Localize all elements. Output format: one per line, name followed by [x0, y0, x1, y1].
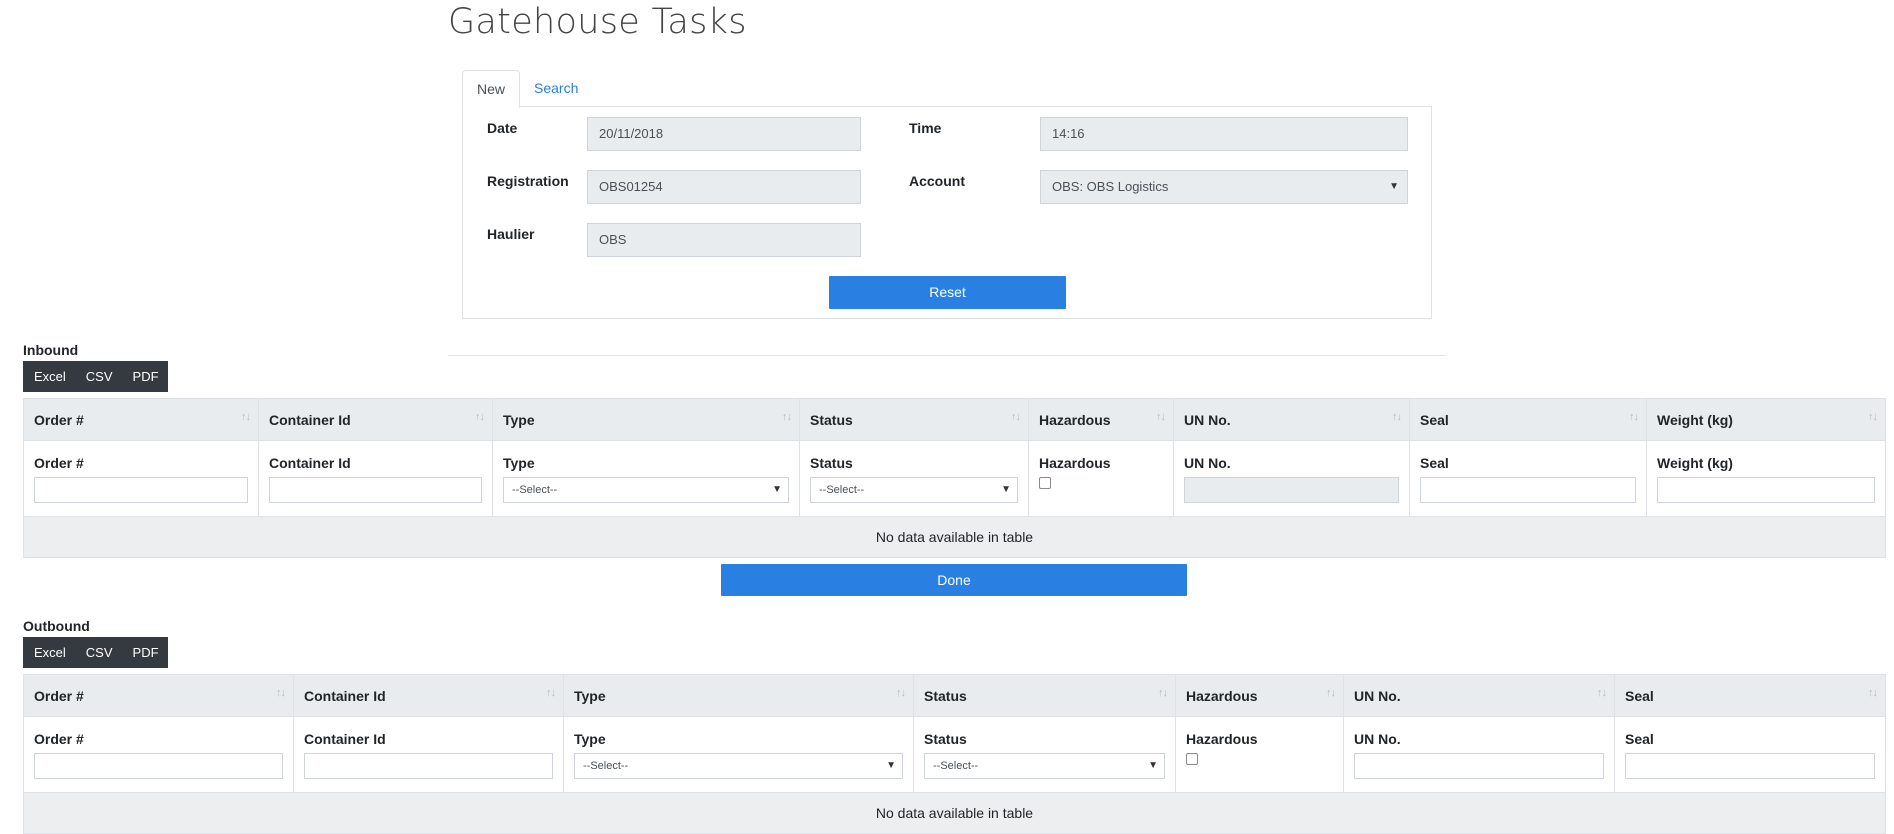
haulier-label: Haulier: [487, 226, 535, 242]
divider: [448, 355, 1446, 356]
export-csv-button[interactable]: CSV: [75, 637, 122, 668]
filter-type: Type --Select-- ▼: [492, 440, 800, 517]
sort-arrows-icon: ↑↓: [1392, 411, 1402, 423]
filter-seal: Seal: [1614, 716, 1886, 793]
sort-arrows-icon: ↑↓: [276, 687, 286, 699]
container-id-filter-input[interactable]: [269, 477, 482, 503]
export-excel-button[interactable]: Excel: [23, 361, 75, 392]
filter-un-no: UN No.: [1173, 440, 1410, 517]
filter-container-id: Container Id: [293, 716, 564, 793]
inbound-label: Inbound: [23, 342, 79, 358]
filter-status: Status --Select-- ▼: [913, 716, 1176, 793]
column-header-status[interactable]: Status ↑↓: [799, 398, 1029, 441]
time-label: Time: [909, 120, 942, 136]
registration-field[interactable]: OBS01254: [587, 170, 861, 204]
sort-arrows-icon: ↑↓: [546, 687, 556, 699]
caret-down-icon: ▼: [886, 760, 896, 771]
outbound-label: Outbound: [23, 618, 90, 634]
un-no-filter-input[interactable]: [1354, 753, 1604, 779]
inbound-table: Order # ↑↓ Container Id ↑↓ Type ↑↓ Status ↑↓…: [23, 398, 1886, 558]
seal-filter-input[interactable]: [1625, 753, 1875, 779]
export-pdf-button[interactable]: PDF: [122, 637, 168, 668]
filter-order: Order #: [23, 440, 259, 517]
export-excel-button[interactable]: Excel: [23, 637, 75, 668]
column-header-status[interactable]: Status ↑↓: [913, 674, 1176, 717]
filter-seal: Seal: [1409, 440, 1647, 517]
time-field[interactable]: 14:16: [1040, 117, 1408, 151]
sort-arrows-icon: ↑↓: [1597, 687, 1607, 699]
outbound-export-toolbar: Excel CSV PDF: [23, 637, 168, 668]
reset-button[interactable]: Reset: [829, 276, 1066, 309]
un-no-filter-input: [1184, 477, 1399, 503]
filter-order: Order #: [23, 716, 294, 793]
weight-filter-input[interactable]: [1657, 477, 1875, 503]
account-select-value: OBS: OBS Logistics: [1052, 179, 1169, 194]
caret-down-icon: ▼: [772, 484, 782, 495]
filter-status: Status --Select-- ▼: [799, 440, 1029, 517]
inbound-export-toolbar: Excel CSV PDF: [23, 361, 168, 392]
column-header-container-id[interactable]: Container Id ↑↓: [258, 398, 493, 441]
sort-arrows-icon: ↑↓: [1158, 687, 1168, 699]
sort-arrows-icon: ↑↓: [896, 687, 906, 699]
registration-label: Registration: [487, 173, 569, 189]
export-csv-button[interactable]: CSV: [75, 361, 122, 392]
column-header-type[interactable]: Type ↑↓: [492, 398, 800, 441]
column-header-container-id[interactable]: Container Id ↑↓: [293, 674, 564, 717]
empty-table-message: No data available in table: [23, 792, 1886, 834]
column-header-seal[interactable]: Seal ↑↓: [1614, 674, 1886, 717]
filter-container-id: Container Id: [258, 440, 493, 517]
column-header-order[interactable]: Order # ↑↓: [23, 674, 294, 717]
date-field[interactable]: 20/11/2018: [587, 117, 861, 151]
order-filter-input[interactable]: [34, 477, 248, 503]
type-filter-select[interactable]: --Select-- ▼: [574, 753, 903, 779]
sort-arrows-icon: ↑↓: [782, 411, 792, 423]
column-header-un-no[interactable]: UN No. ↑↓: [1343, 674, 1615, 717]
sort-arrows-icon: ↑↓: [1011, 411, 1021, 423]
seal-filter-input[interactable]: [1420, 477, 1636, 503]
type-filter-select[interactable]: --Select-- ▼: [503, 477, 789, 503]
sort-arrows-icon: ↑↓: [1326, 687, 1336, 699]
column-header-un-no[interactable]: UN No. ↑↓: [1173, 398, 1410, 441]
outbound-table: Order # ↑↓ Container Id ↑↓ Type ↑↓ Status ↑↓…: [23, 674, 1886, 834]
hazardous-checkbox[interactable]: [1039, 477, 1051, 489]
sort-arrows-icon: ↑↓: [1868, 411, 1878, 423]
filter-type: Type --Select-- ▼: [563, 716, 914, 793]
account-select[interactable]: OBS: OBS Logistics ▼: [1040, 170, 1408, 204]
caret-down-icon: ▼: [1389, 181, 1399, 192]
caret-down-icon: ▼: [1001, 484, 1011, 495]
container-id-filter-input[interactable]: [304, 753, 553, 779]
tab-search[interactable]: Search: [520, 70, 592, 106]
order-filter-input[interactable]: [34, 753, 283, 779]
page-title: Gatehouse Tasks: [448, 2, 747, 42]
status-filter-select[interactable]: --Select-- ▼: [810, 477, 1018, 503]
filter-hazardous: Hazardous: [1028, 440, 1174, 517]
date-label: Date: [487, 120, 518, 136]
sort-arrows-icon: ↑↓: [1868, 687, 1878, 699]
column-header-hazardous[interactable]: Hazardous ↑↓: [1175, 674, 1344, 717]
sort-arrows-icon: ↑↓: [241, 411, 251, 423]
sort-arrows-icon: ↑↓: [1629, 411, 1639, 423]
column-header-type[interactable]: Type ↑↓: [563, 674, 914, 717]
column-header-hazardous[interactable]: Hazardous ↑↓: [1028, 398, 1174, 441]
column-header-weight[interactable]: Weight (kg) ↑↓: [1646, 398, 1886, 441]
account-label: Account: [909, 173, 965, 189]
column-header-seal[interactable]: Seal ↑↓: [1409, 398, 1647, 441]
tab-new[interactable]: New: [462, 70, 521, 108]
empty-table-message: No data available in table: [23, 516, 1886, 558]
status-filter-select[interactable]: --Select-- ▼: [924, 753, 1165, 779]
caret-down-icon: ▼: [1148, 760, 1158, 771]
filter-hazardous: Hazardous: [1175, 716, 1344, 793]
haulier-field[interactable]: OBS: [587, 223, 861, 257]
sort-arrows-icon: ↑↓: [475, 411, 485, 423]
hazardous-checkbox[interactable]: [1186, 753, 1198, 765]
export-pdf-button[interactable]: PDF: [122, 361, 168, 392]
sort-arrows-icon: ↑↓: [1156, 411, 1166, 423]
filter-un-no: UN No.: [1343, 716, 1615, 793]
done-button[interactable]: Done: [721, 564, 1187, 596]
column-header-order[interactable]: Order # ↑↓: [23, 398, 259, 441]
filter-weight: Weight (kg): [1646, 440, 1886, 517]
